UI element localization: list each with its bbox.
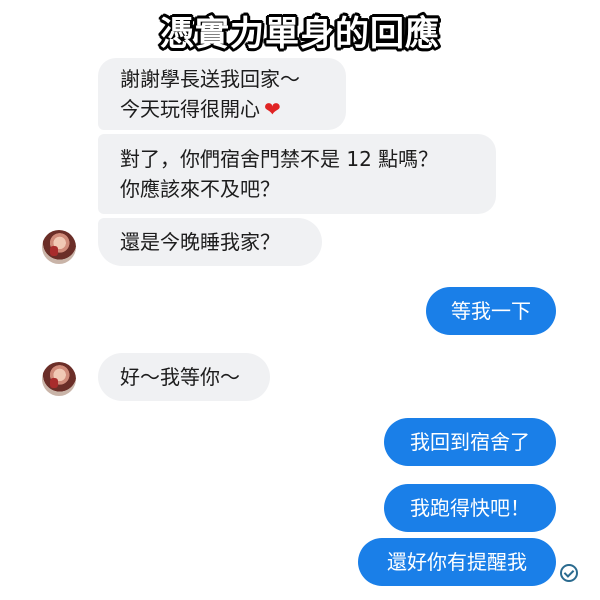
message-text: 謝謝學長送我回家～ [120, 67, 300, 91]
message-bubble-outgoing: 我跑得快吧！ [384, 484, 556, 532]
message-bubble-outgoing: 還好你有提醒我 [358, 538, 556, 586]
message-text: 我回到宿舍了 [410, 430, 530, 454]
message-text: 對了，你們宿舍門禁不是 12 點嗎？ [120, 147, 439, 171]
message-bubble-outgoing: 我回到宿舍了 [384, 418, 556, 466]
message-text: 今天玩得很開心 [120, 97, 260, 121]
read-receipt-icon [560, 564, 578, 582]
message-text: 還好你有提醒我 [387, 550, 527, 574]
message-bubble-incoming: 謝謝學長送我回家～ 今天玩得很開心 ❤ [98, 58, 346, 130]
message-bubble-incoming: 對了，你們宿舍門禁不是 12 點嗎？ 你應該來不及吧？ [98, 134, 496, 214]
message-text: 還是今晚睡我家？ [120, 230, 280, 254]
message-text: 你應該來不及吧？ [120, 177, 280, 201]
message-text: 好～我等你～ [120, 365, 240, 389]
message-text: 等我一下 [451, 299, 531, 323]
contact-avatar[interactable] [42, 362, 76, 396]
message-bubble-incoming: 好～我等你～ [98, 353, 270, 401]
message-text: 我跑得快吧！ [410, 496, 530, 520]
message-text-row: 今天玩得很開心 ❤ [120, 94, 324, 124]
message-bubble-outgoing: 等我一下 [426, 287, 556, 335]
heart-emoji: ❤ [264, 97, 281, 121]
meme-title: 憑實力單身的回應 [160, 14, 440, 54]
contact-avatar[interactable] [42, 230, 76, 264]
message-bubble-incoming: 還是今晚睡我家？ [98, 218, 322, 266]
